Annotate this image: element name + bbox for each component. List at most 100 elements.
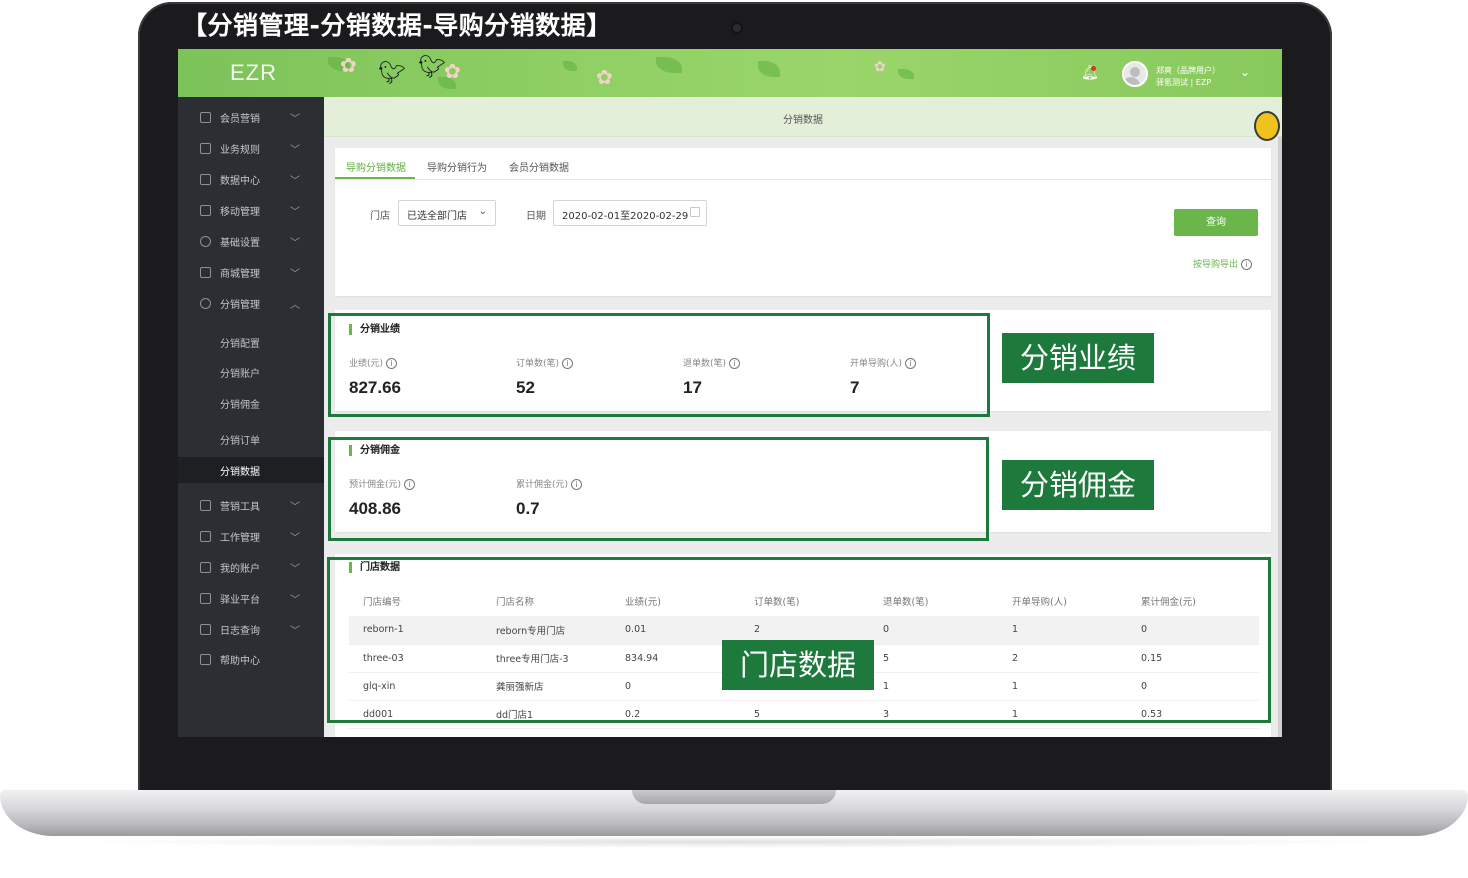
sidebar-subitem-label: 分销佣金 (220, 399, 260, 411)
chevron-down-icon: ﹀ (290, 145, 300, 156)
date-range-value: 2020-02-01至2020-02-29 (562, 211, 689, 222)
store-select[interactable]: 已选全部门店 ⌄ (398, 200, 496, 226)
chevron-down-icon: ﹀ (290, 114, 300, 125)
sidebar-item-label: 基础设置 (220, 238, 260, 249)
sidebar-subitem-label: 分销配置 (220, 338, 260, 350)
sidebar-item-store[interactable]: 商城管理 ﹀ (178, 257, 324, 288)
export-by-guide-link[interactable]: 按导购导出 i (1193, 257, 1252, 270)
sidebar-item-label: 移动管理 (220, 207, 260, 218)
sidebar-item-label: 工作管理 (220, 533, 260, 544)
sidebar-subitem-commission[interactable]: 分销佣金 (178, 390, 324, 416)
flower-icon: ✿ (444, 59, 461, 83)
sidebar-item-distribution[interactable]: 分销管理 ︿ (178, 288, 324, 319)
export-link-label: 按导购导出 (1193, 260, 1239, 270)
sidebar-item-label: 帮助中心 (220, 656, 260, 667)
work-icon (200, 531, 211, 542)
app-logo[interactable]: EZR (230, 60, 277, 86)
log-icon (200, 624, 211, 635)
leaf-decoration (898, 69, 914, 79)
store-select-value: 已选全部门店 (407, 211, 467, 222)
filter-panel: 导购分销数据 导购分销行为 会员分销数据 门店 已选全部门店 ⌄ 日期 2020… (335, 148, 1271, 296)
sidebar: 会员营销 ﹀ 业务规则 ﹀ 数据中心 ﹀ 移动管理 ﹀ 基础设置 ﹀ 商城管理 … (178, 97, 324, 737)
sidebar-subitem-data[interactable]: 分销数据 (178, 457, 324, 483)
flower-icon: ✿ (596, 65, 613, 89)
sidebar-item-log[interactable]: 日志查询 ﹀ (178, 614, 324, 645)
mascot-icon[interactable] (1254, 111, 1280, 141)
chevron-down-icon: ﹀ (290, 533, 300, 544)
sidebar-item-label: 营销工具 (220, 502, 260, 513)
sidebar-item-account[interactable]: 我的账户 ﹀ (178, 552, 324, 583)
flower-icon: ✿ (874, 59, 886, 75)
page-heading: 【分销管理-分销数据-导购分销数据】 (182, 11, 612, 40)
chevron-down-icon: ﹀ (290, 502, 300, 513)
user-org: 驿氪测试 | EZP (1156, 78, 1212, 87)
commission-highlight-box (328, 437, 989, 541)
tab-member-distribution-data[interactable]: 会员分销数据 (509, 159, 569, 174)
date-filter-label: 日期 (526, 211, 546, 222)
sidebar-item-data-center[interactable]: 数据中心 ﹀ (178, 164, 324, 195)
camera-icon (731, 22, 743, 34)
chevron-down-icon: ﹀ (290, 564, 300, 575)
swallow-icon: 🐦︎ (418, 55, 446, 80)
chevron-down-icon[interactable]: ⌄ (1240, 65, 1250, 79)
platform-icon (200, 593, 211, 604)
sidebar-item-marketing-tools[interactable]: 营销工具 ﹀ (178, 490, 324, 521)
distribution-icon (200, 298, 211, 309)
sidebar-item-business-rules[interactable]: 业务规则 ﹀ (178, 133, 324, 164)
account-icon (200, 562, 211, 573)
chevron-down-icon: ﹀ (290, 595, 300, 606)
store-filter-label: 门店 (370, 211, 390, 222)
sidebar-subitem-config[interactable]: 分销配置 (178, 329, 324, 355)
store-data-annotation-tag: 门店数据 (722, 640, 874, 690)
calendar-icon (690, 207, 700, 217)
tab-guide-distribution-behavior[interactable]: 导购分销行为 (427, 159, 487, 174)
page-titlebar: 分销数据 (324, 97, 1282, 137)
sidebar-item-member-marketing[interactable]: 会员营销 ﹀ (178, 102, 324, 133)
marketing-tools-icon (200, 500, 211, 511)
commission-annotation-tag: 分销佣金 (1002, 460, 1154, 510)
sidebar-item-help[interactable]: 帮助中心 (178, 644, 324, 675)
sidebar-subitem-label: 分销订单 (220, 435, 260, 447)
sidebar-item-label: 商城管理 (220, 269, 260, 280)
chevron-down-icon: ﹀ (290, 176, 300, 187)
laptop-shadow (60, 836, 1408, 848)
sidebar-subitem-orders[interactable]: 分销订单 (178, 426, 324, 452)
tab-guide-distribution-data[interactable]: 导购分销数据 (346, 159, 406, 174)
leaf-decoration (563, 61, 577, 71)
page-title: 分销数据 (783, 115, 823, 126)
leaf-decoration (656, 57, 682, 73)
scrollbar[interactable] (1278, 137, 1282, 737)
bell-icon[interactable]: 🔔︎ (1081, 65, 1099, 81)
user-name[interactable]: 郑爽（品牌用户） (1156, 65, 1220, 76)
notification-dot (1091, 66, 1096, 71)
chevron-down-icon: ﹀ (290, 269, 300, 280)
tab-bar: 导购分销数据 导购分销行为 会员分销数据 (335, 148, 1271, 180)
flower-icon: ✿ (340, 53, 357, 77)
sidebar-item-mobile[interactable]: 移动管理 ﹀ (178, 195, 324, 226)
store-icon (200, 267, 211, 278)
settings-icon (200, 236, 211, 247)
sidebar-item-label: 分销管理 (220, 300, 260, 311)
mobile-icon (200, 205, 211, 216)
topbar: EZR ✿ ✿ ✿ ✿ 🐦︎ 🐦︎ 🔔︎ 郑爽（品牌用户） 驿氪测试 | EZP… (178, 49, 1282, 97)
sidebar-subitem-label: 分销账户 (220, 368, 260, 380)
query-button[interactable]: 查询 (1174, 209, 1258, 236)
laptop-notch (632, 790, 836, 804)
sidebar-item-label: 驿业平台 (220, 595, 260, 606)
tab-underline (335, 177, 415, 179)
data-center-icon (200, 174, 211, 185)
sidebar-item-label: 我的账户 (220, 564, 260, 575)
chevron-down-icon: ﹀ (290, 238, 300, 249)
sidebar-subitem-account[interactable]: 分销账户 (178, 359, 324, 385)
help-icon (200, 654, 211, 665)
sidebar-item-work[interactable]: 工作管理 ﹀ (178, 521, 324, 552)
sidebar-item-label: 会员营销 (220, 114, 260, 125)
sidebar-item-label: 数据中心 (220, 176, 260, 187)
sidebar-item-platform[interactable]: 驿业平台 ﹀ (178, 583, 324, 614)
sidebar-item-settings[interactable]: 基础设置 ﹀ (178, 226, 324, 257)
avatar[interactable] (1122, 61, 1148, 87)
date-range-input[interactable]: 2020-02-01至2020-02-29 (553, 200, 707, 226)
performance-annotation-tag: 分销业绩 (1002, 333, 1154, 383)
stage: 【分销管理-分销数据-导购分销数据】 EZR ✿ ✿ ✿ ✿ 🐦︎ 🐦︎ 🔔︎ … (0, 0, 1468, 878)
info-icon[interactable]: i (1240, 259, 1252, 270)
